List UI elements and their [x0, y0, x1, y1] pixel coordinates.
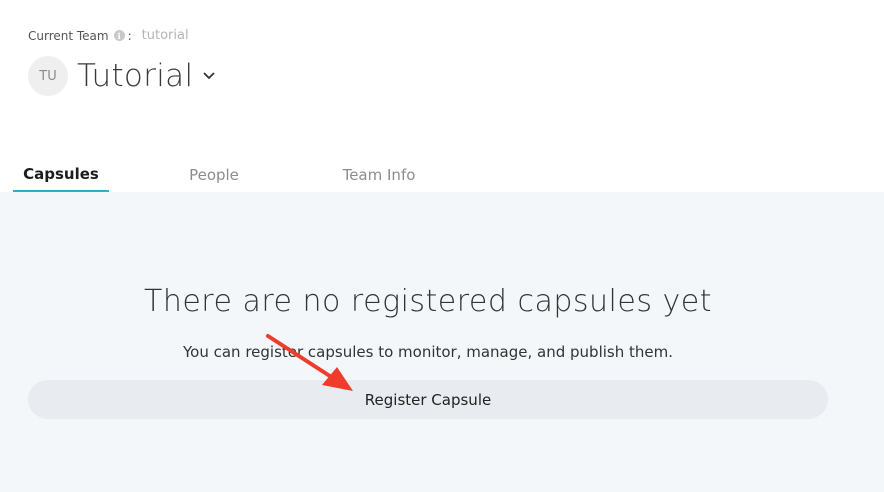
tab-bar: Capsules People Team Info [13, 158, 429, 192]
tab-team-info[interactable]: Team Info [329, 158, 429, 192]
team-switcher[interactable]: TU Tutorial [28, 56, 216, 96]
current-team-meta: Current Team i : tutorial [28, 28, 189, 43]
chevron-down-icon[interactable] [203, 70, 216, 82]
team-slug: tutorial [141, 28, 189, 43]
avatar: TU [28, 56, 68, 96]
empty-state-subtitle: You can register capsules to monitor, ma… [182, 343, 673, 361]
team-label-colon: : [127, 28, 132, 43]
info-icon[interactable]: i [113, 30, 125, 41]
tab-people[interactable]: People [109, 158, 319, 192]
empty-state-title: There are no registered capsules yet [144, 284, 712, 319]
team-name: Tutorial [77, 58, 194, 94]
tab-capsules[interactable]: Capsules [13, 158, 109, 192]
register-capsule-button[interactable]: Register Capsule [28, 380, 828, 419]
page: Current Team i : tutorial TU Tutorial Ca… [0, 0, 884, 492]
current-team-label: Current Team [28, 28, 109, 43]
capsules-panel: There are no registered capsules yet You… [0, 192, 884, 492]
